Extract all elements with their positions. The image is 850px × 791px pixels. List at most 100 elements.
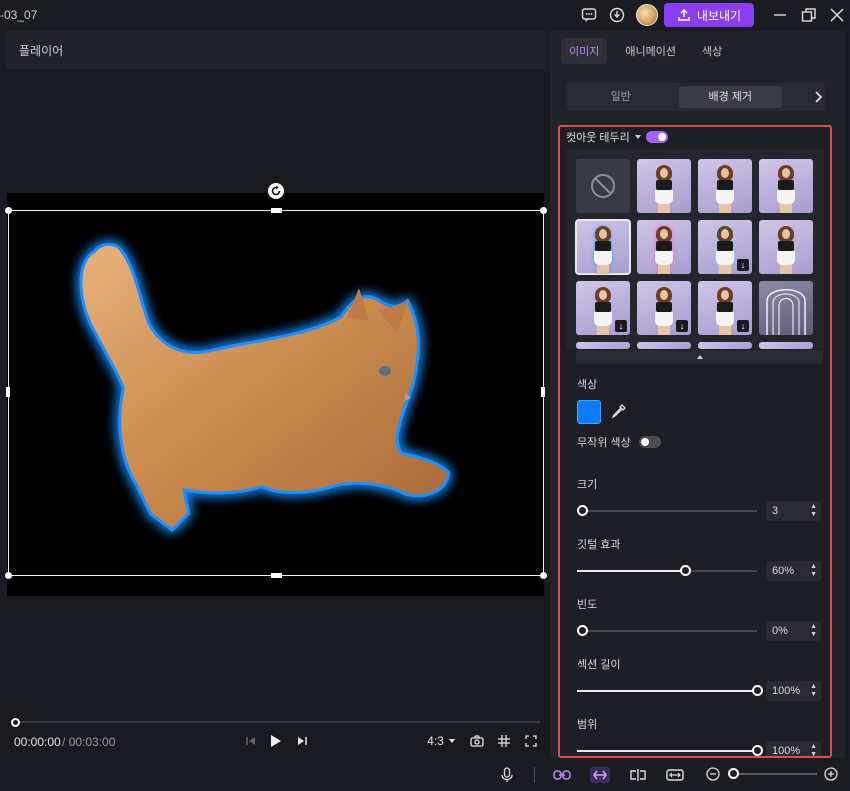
- rotate-handle[interactable]: [268, 183, 284, 199]
- style-thumbnail[interactable]: [637, 159, 691, 213]
- style-thumbnail[interactable]: [759, 342, 813, 349]
- section-length-input[interactable]: 100% ▲ ▼: [766, 681, 821, 701]
- resize-handle-tr[interactable]: [540, 207, 547, 214]
- feather-input[interactable]: 60% ▲ ▼: [766, 561, 821, 581]
- fullscreen-icon[interactable]: [523, 733, 539, 749]
- slider-knob[interactable]: [577, 625, 588, 636]
- style-none[interactable]: [576, 159, 630, 213]
- feather-label: 깃털 효과: [577, 539, 621, 551]
- playback-scrubber[interactable]: [8, 716, 540, 728]
- style-thumbnail-selected[interactable]: [575, 219, 631, 275]
- style-thumbnail[interactable]: [759, 159, 813, 213]
- random-color-row: 무작위 색상: [577, 434, 661, 450]
- zoom-slider[interactable]: [737, 773, 817, 775]
- section-length-slider[interactable]: [577, 685, 763, 697]
- slider-knob[interactable]: [752, 685, 763, 696]
- tab-color[interactable]: 색상: [694, 38, 730, 64]
- random-color-toggle[interactable]: [638, 436, 661, 448]
- aspect-ratio-select[interactable]: 4:3: [424, 733, 458, 749]
- section-length-value: 100%: [772, 685, 801, 697]
- style-thumbnail[interactable]: [759, 220, 813, 274]
- slider-knob[interactable]: [577, 505, 588, 516]
- next-frame-icon[interactable]: [295, 733, 309, 749]
- frequency-slider[interactable]: [577, 625, 757, 637]
- subtab-general[interactable]: 일반: [569, 86, 673, 108]
- resize-handle-tl[interactable]: [5, 207, 12, 214]
- style-thumbnail[interactable]: ↓: [698, 220, 752, 274]
- stepper-icon[interactable]: ▲ ▼: [810, 503, 817, 519]
- caret-up-icon: [696, 355, 703, 359]
- resize-handle-top[interactable]: [271, 208, 282, 213]
- stepper-icon[interactable]: ▲ ▼: [810, 563, 817, 579]
- prev-frame-icon[interactable]: [244, 733, 258, 749]
- grid-icon[interactable]: [496, 733, 512, 749]
- link-icon[interactable]: [553, 767, 571, 783]
- random-color-label: 무작위 색상: [577, 437, 631, 449]
- subtab-remove-background[interactable]: 배경 제거: [678, 86, 782, 108]
- style-thumbnail[interactable]: [759, 281, 813, 335]
- feedback-icon[interactable]: [580, 6, 598, 24]
- tab-image[interactable]: 이미지: [561, 38, 608, 64]
- tab-animation[interactable]: 애니메이션: [617, 38, 684, 64]
- frequency-input[interactable]: 0% ▲ ▼: [766, 621, 821, 641]
- resize-handle-left[interactable]: [6, 387, 10, 397]
- split-icon[interactable]: [629, 767, 647, 783]
- player-title: 플레이어: [19, 43, 64, 58]
- range-slider[interactable]: [577, 745, 763, 757]
- style-thumbnail[interactable]: ↓: [576, 281, 630, 335]
- minimize-icon[interactable]: [771, 6, 789, 24]
- restore-icon[interactable]: [800, 6, 818, 24]
- collapse-grid-button[interactable]: [576, 350, 823, 364]
- microphone-icon[interactable]: [500, 767, 514, 783]
- zoom-in-icon[interactable]: [823, 766, 839, 782]
- size-slider[interactable]: [577, 505, 757, 517]
- feather-slider[interactable]: [577, 565, 757, 577]
- style-thumbnail[interactable]: [698, 342, 752, 349]
- cutout-border-label: 컷아웃 테두리: [566, 132, 630, 144]
- play-icon[interactable]: [268, 733, 284, 749]
- download-icon[interactable]: [608, 6, 626, 24]
- caret-down-icon[interactable]: [634, 135, 641, 139]
- resize-handle-br[interactable]: [540, 572, 547, 579]
- section-length-label: 섹션 길이: [577, 659, 621, 671]
- stepper-icon[interactable]: ▲ ▼: [810, 623, 817, 639]
- kitten-cutout-image: [79, 242, 451, 532]
- style-thumbnail[interactable]: ↓: [637, 281, 691, 335]
- chevron-right-icon[interactable]: [811, 89, 827, 105]
- eyedropper-icon[interactable]: [611, 403, 627, 419]
- cutout-border-toggle[interactable]: [645, 131, 668, 143]
- image-subtabs: 일반 배경 제거: [566, 83, 825, 111]
- scrubber-knob[interactable]: [11, 718, 20, 727]
- zoom-slider-knob[interactable]: [728, 768, 739, 779]
- resize-handle-right[interactable]: [541, 387, 545, 397]
- zoom-out-icon[interactable]: [705, 766, 721, 782]
- preview-canvas[interactable]: [7, 193, 544, 596]
- user-avatar[interactable]: [636, 4, 658, 26]
- upload-icon: [678, 8, 690, 21]
- slider-knob[interactable]: [680, 565, 691, 576]
- prohibited-icon: [591, 174, 615, 198]
- export-button[interactable]: 내보내기: [664, 3, 754, 27]
- style-thumbnail[interactable]: [698, 159, 752, 213]
- snapshot-icon[interactable]: [469, 733, 485, 749]
- download-icon: ↓: [615, 320, 627, 332]
- range-input[interactable]: 100% ▲ ▼: [766, 741, 821, 757]
- stepper-icon[interactable]: ▲ ▼: [810, 683, 817, 699]
- stepper-icon[interactable]: ▲ ▼: [810, 743, 817, 757]
- feather-value: 60%: [772, 565, 795, 577]
- style-thumbnail[interactable]: [637, 220, 691, 274]
- scrubber-track: [14, 721, 540, 723]
- resize-handle-bl[interactable]: [5, 572, 12, 579]
- resize-handle-bottom[interactable]: [271, 573, 282, 578]
- bottom-toolbar: [0, 760, 850, 791]
- slider-knob[interactable]: [752, 745, 763, 756]
- close-icon[interactable]: [828, 6, 846, 24]
- style-thumbnail[interactable]: [637, 342, 691, 349]
- magnet-icon[interactable]: [590, 767, 610, 783]
- size-value: 3: [772, 505, 779, 517]
- color-swatch[interactable]: [577, 400, 601, 424]
- fit-icon[interactable]: [666, 767, 684, 783]
- style-thumbnail[interactable]: [576, 342, 630, 349]
- style-thumbnail[interactable]: ↓: [698, 281, 752, 335]
- size-input[interactable]: 3 ▲ ▼: [766, 501, 821, 521]
